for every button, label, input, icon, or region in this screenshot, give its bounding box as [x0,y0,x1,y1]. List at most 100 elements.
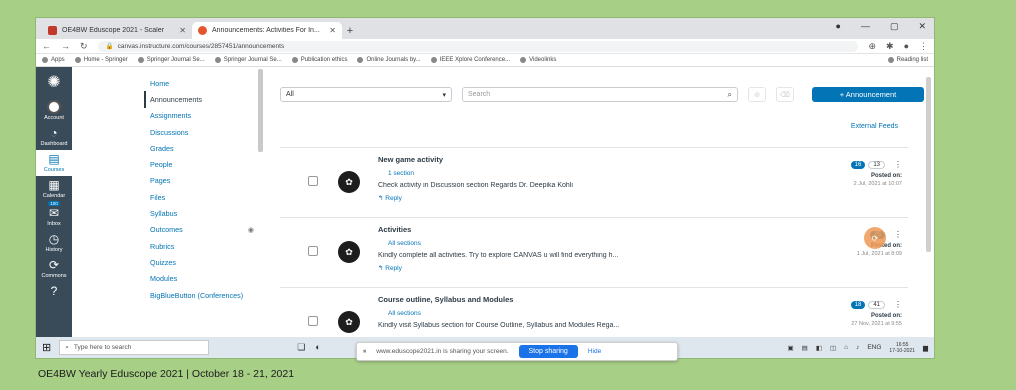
course-nav-home[interactable]: Home [150,75,262,91]
external-feeds-link[interactable]: External Feeds [851,123,898,130]
select-checkbox[interactable] [308,316,318,326]
edge-icon[interactable]: ◐ [315,342,320,353]
taskbar-search-input[interactable]: ⌕ Type here to search [59,340,210,355]
tab-favicon-icon [198,26,207,35]
total-count-badge: 41 [868,300,885,309]
chevron-down-icon: ▾ [442,91,446,99]
global-nav-inbox[interactable]: 100 ✉ Inbox [36,201,72,230]
select-checkbox[interactable] [308,176,318,186]
tray-app-icon[interactable]: ▤ [802,344,808,352]
global-nav-courses[interactable]: ▤ Courses [36,150,72,176]
author-avatar: ✿ [338,171,360,193]
menu-icon[interactable]: ⋮ [919,41,928,52]
global-nav-commons[interactable]: ⟳ Commons [36,256,72,282]
hide-button[interactable]: Hide [588,348,601,355]
tab-title: OE4BW Eduscope 2021 - Scaler [62,27,164,34]
close-tab-icon[interactable]: ✕ [179,26,186,35]
course-nav-outcomes[interactable]: Outcomes ◉ [150,222,262,238]
reply-link[interactable]: ↰ Reply [378,264,778,272]
new-tab-icon[interactable]: + [342,22,358,39]
announcement-title[interactable]: New game activity [378,155,778,164]
course-nav-discussions[interactable]: Discussions [150,124,262,140]
announcement-body: New game activity 1 section Check activi… [378,155,778,202]
search-icon: ⌕ [65,343,69,351]
more-options-icon[interactable]: ⋮ [894,300,902,309]
stop-sharing-button[interactable]: Stop sharing [518,345,578,358]
volume-icon[interactable]: ♪ [856,344,859,351]
add-announcement-button[interactable]: + Announcement [812,87,924,102]
profile-avatar-icon[interactable]: ● [904,41,909,51]
language-indicator[interactable]: ENG [867,344,881,351]
delete-disabled-button[interactable]: ⌫ [776,87,794,102]
profile-icon[interactable]: ● [836,21,841,32]
bookmark-item[interactable]: IEEE Xplore Conference... [430,57,510,63]
lock-disabled-button[interactable]: ⊘ [748,87,766,102]
global-nav: ✺ Account ◔ Dashboard ▤ Courses ▦ Calend… [36,67,72,337]
announcement-row[interactable]: ✿ New game activity 1 section Check acti… [280,147,908,217]
unread-count-badge: 18 [850,300,866,309]
search-input[interactable]: Search ⌕ [462,87,738,102]
tray-app-icon[interactable]: ◫ [830,344,836,352]
back-icon[interactable]: ← [42,41,51,51]
bookmark-item[interactable]: Springer Journal Se... [137,57,205,63]
zoom-icon[interactable]: ⊕ [868,41,876,52]
announcement-meta: 18 41 ⋮ Posted on: 27 Nov, 2021 at 9:55 [804,300,902,327]
announcement-title[interactable]: Activities [378,225,778,234]
section-filter-select[interactable]: All ▾ [280,87,452,102]
course-nav-grades[interactable]: Grades [150,140,262,156]
announcement-message: Kindly visit Syllabus section for Course… [378,322,620,329]
reply-link[interactable]: ↰ Reply [378,194,778,202]
global-nav-help[interactable]: ? [36,282,72,301]
close-tab-icon[interactable]: ✕ [329,26,336,35]
network-icon[interactable]: ⌂ [844,344,848,351]
reading-list[interactable]: Reading list [887,57,928,63]
more-options-icon[interactable]: ⋮ [894,230,902,239]
windows-start-icon[interactable]: ⊞ [42,341,51,354]
close-window-icon[interactable]: ✕ [918,21,926,32]
course-nav-pages[interactable]: Pages [150,173,262,189]
announcement-title[interactable]: Course outline, Syllabus and Modules [378,295,778,304]
select-checkbox[interactable] [308,246,318,256]
total-count-badge: 13 [868,160,885,169]
course-nav: Home Announcements Assignments Discussio… [72,67,263,337]
course-nav-assignments[interactable]: Assignments [150,108,262,124]
taskbar-pinned-apps: ❏ ◐ [297,342,321,353]
bookmark-item[interactable]: Home - Springer [74,57,128,63]
notifications-icon[interactable]: ▆ [923,344,928,352]
minimize-icon[interactable]: — [861,21,870,32]
browser-tab[interactable]: OE4BW Eduscope 2021 - Scaler ✕ [42,22,192,39]
task-view-icon[interactable]: ❏ [297,342,305,353]
course-nav-modules[interactable]: Modules [150,271,262,287]
bookmarks-bar: Apps Home - Springer Springer Journal Se… [36,54,934,67]
tray-app-icon[interactable]: ▣ [788,344,794,352]
global-nav-calendar[interactable]: ▦ Calendar [36,176,72,202]
course-nav-files[interactable]: Files [150,189,262,205]
more-options-icon[interactable]: ⋮ [894,160,902,169]
course-nav-syllabus[interactable]: Syllabus [150,205,262,221]
tray-app-icon[interactable]: ◧ [816,344,822,352]
url-field[interactable]: 🔒 canvas.instructure.com/courses/2857451… [97,40,859,52]
course-nav-rubrics[interactable]: Rubrics [150,238,262,254]
browser-tab-active[interactable]: Announcements: Activities For In... ✕ [192,22,342,39]
bookmark-item[interactable]: Videolinks [520,57,556,63]
announcement-message: Kindly complete all activities. Try to e… [378,252,619,259]
canvas-logo-icon[interactable]: ✺ [47,67,60,97]
course-nav-people[interactable]: People [150,156,262,172]
bookmark-item[interactable]: Publication ethics [291,57,347,63]
extension-icon[interactable]: ✱ [886,41,894,52]
bookmark-item[interactable]: Online Journals by... [357,57,421,63]
global-nav-dashboard[interactable]: ◔ Dashboard [36,124,72,150]
bookmark-item[interactable]: Springer Journal Se... [214,57,282,63]
course-nav-quizzes[interactable]: Quizzes [150,254,262,270]
announcement-row[interactable]: ✿ Activities All sections Kindly complet… [280,217,908,287]
course-nav-conferences[interactable]: BigBlueButton (Conferences) [150,287,262,303]
main-scrollbar[interactable] [926,77,931,252]
forward-icon[interactable]: → [61,41,70,51]
reload-icon[interactable]: ↻ [80,41,88,52]
course-nav-announcements[interactable]: Announcements [144,91,262,108]
restore-icon[interactable]: ▢ [890,21,899,32]
taskbar-clock[interactable]: 16:55 17-10-2021 [889,342,915,354]
global-nav-account[interactable]: Account [36,97,72,124]
bookmark-item[interactable]: Apps [42,57,65,63]
global-nav-history[interactable]: ◷ History [36,230,72,256]
